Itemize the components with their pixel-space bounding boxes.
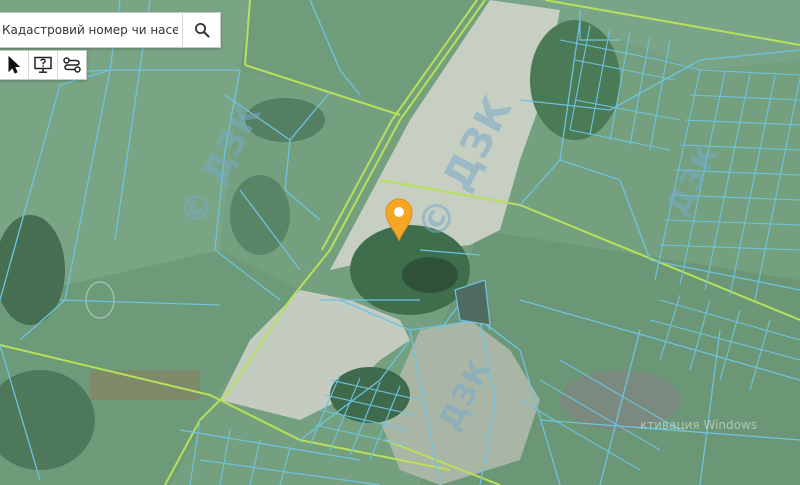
forest-patch-west <box>245 98 325 142</box>
help-tool-button[interactable] <box>28 51 57 79</box>
forest-dark-core <box>402 257 458 293</box>
route-icon <box>63 57 81 73</box>
route-tool-button[interactable] <box>57 51 86 79</box>
cursor-arrow-icon <box>8 56 21 74</box>
search-bar <box>0 12 221 48</box>
map-canvas[interactable] <box>0 0 800 485</box>
map-toolbar <box>0 50 87 80</box>
map-pin-icon[interactable] <box>384 198 414 242</box>
forest-strip <box>230 175 290 255</box>
search-button[interactable] <box>182 13 220 47</box>
windows-activation-watermark: ктивация Windows <box>640 418 758 432</box>
search-input[interactable] <box>0 13 182 47</box>
monitor-question-icon <box>34 56 52 73</box>
forest-patch-north <box>530 20 620 140</box>
brown-strip <box>90 370 200 400</box>
select-tool-button[interactable] <box>0 51 28 79</box>
search-icon <box>194 23 209 38</box>
